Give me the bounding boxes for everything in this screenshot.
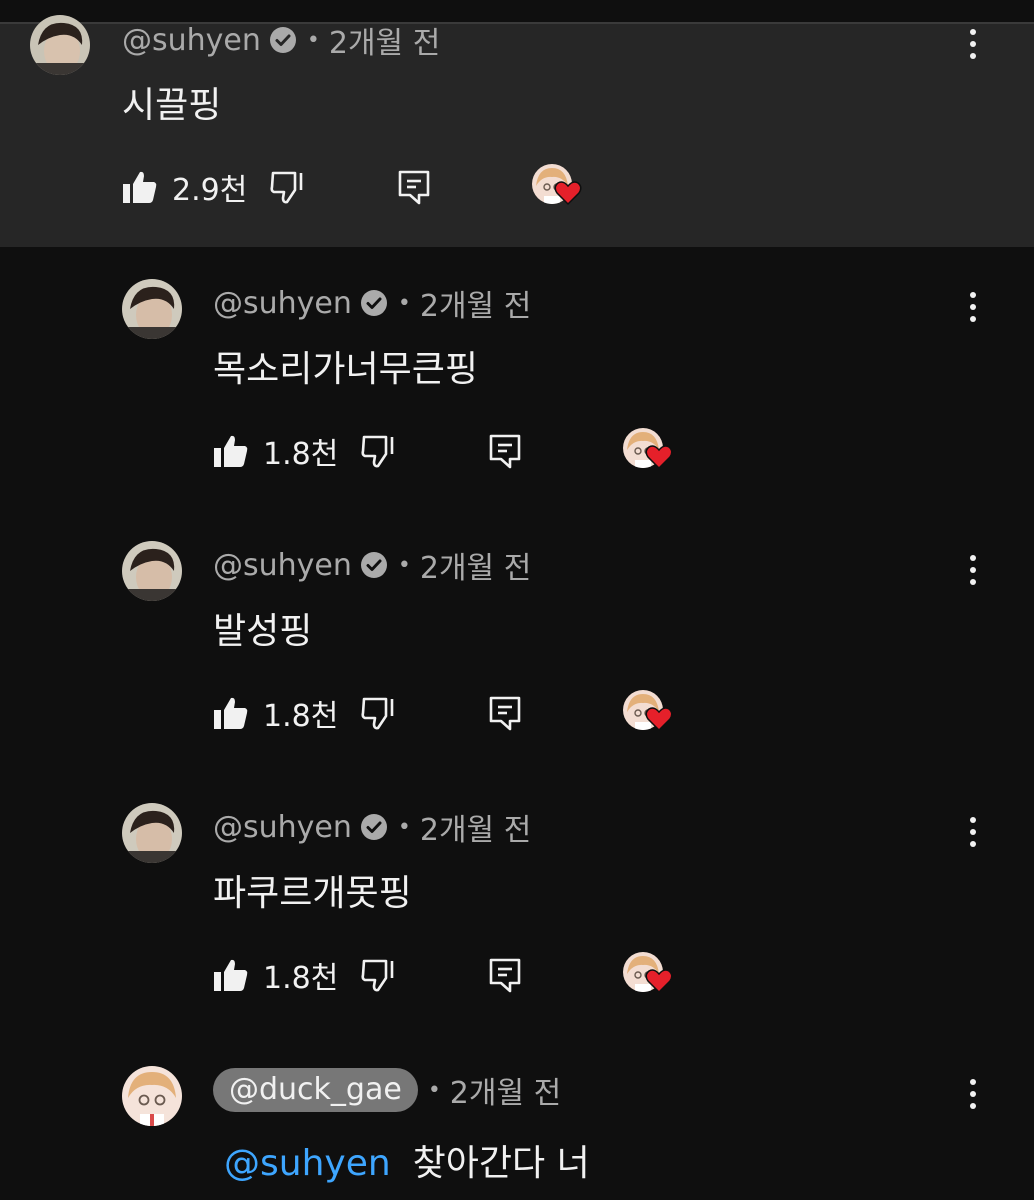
more-options-icon[interactable] [958,1074,988,1114]
reply-icon[interactable] [396,169,432,205]
mention-link[interactable]: @suhyen [224,1143,391,1184]
like-count: 1.8천 [263,437,339,472]
timestamp[interactable]: 2개월 전 [450,1068,561,1112]
reply-icon[interactable] [487,957,523,993]
like-count: 1.8천 [263,961,339,996]
author-handle[interactable]: @suhyen [213,548,352,583]
verified-icon [269,26,297,54]
like-count: 1.8천 [263,699,339,734]
verified-icon [360,289,388,317]
comment-text: 파쿠르개못핑 [213,873,412,914]
more-options-icon[interactable] [958,550,988,590]
comment-meta: @suhyen • 2개월 전 [213,543,531,587]
creator-handle-badge[interactable]: @duck_gae [213,1068,418,1112]
separator-dot: • [397,552,411,578]
comment-text: 목소리가너무큰핑 [213,349,478,390]
comment-meta: @suhyen • 2개월 전 [122,18,440,62]
author-handle[interactable]: @suhyen [122,23,261,58]
timestamp[interactable]: 2개월 전 [420,543,531,587]
separator-dot: • [306,27,320,53]
creator-heart-icon [623,688,679,738]
dislike-icon[interactable] [361,957,397,993]
comment-actions: 1.8천 [213,688,679,738]
comment-text-body: 찾아간다 너 [412,1143,590,1184]
timestamp[interactable]: 2개월 전 [329,18,440,62]
like-icon[interactable] [213,695,249,731]
creator-heart-icon [623,950,679,1000]
avatar[interactable] [122,1066,182,1126]
verified-icon [360,551,388,579]
comment-actions: 1.8천 [213,950,679,1000]
creator-heart-icon [623,426,679,476]
comment-meta: @suhyen • 2개월 전 [213,805,531,849]
comment-meta: @duck_gae • 2개월 전 [213,1068,561,1112]
comment-text: 발성핑 [213,611,313,652]
more-options-icon[interactable] [958,812,988,852]
creator-heart-icon [532,162,588,212]
top-bar [0,0,1034,22]
avatar[interactable] [122,803,182,863]
avatar[interactable] [122,541,182,601]
more-options-icon[interactable] [958,287,988,327]
reply-icon[interactable] [487,433,523,469]
like-count: 2.9천 [172,173,248,208]
author-handle[interactable]: @suhyen [213,286,352,321]
timestamp[interactable]: 2개월 전 [420,281,531,325]
like-icon[interactable] [213,957,249,993]
separator-dot: • [427,1077,441,1103]
comment-text: 시끌핑 [122,85,222,126]
author-handle[interactable]: @suhyen [213,810,352,845]
separator-dot: • [397,814,411,840]
comment-actions: 2.9천 [122,162,588,212]
dislike-icon[interactable] [361,695,397,731]
verified-icon [360,813,388,841]
comment-text: @suhyen 찾아간다 너 [224,1134,590,1186]
comment-actions: 1.8천 [213,426,679,476]
reply-icon[interactable] [487,695,523,731]
separator-dot: • [397,290,411,316]
timestamp[interactable]: 2개월 전 [420,805,531,849]
avatar[interactable] [122,279,182,339]
dislike-icon[interactable] [361,433,397,469]
more-options-icon[interactable] [958,24,988,64]
like-icon[interactable] [122,169,158,205]
like-icon[interactable] [213,433,249,469]
avatar[interactable] [30,15,90,75]
dislike-icon[interactable] [270,169,306,205]
comment-meta: @suhyen • 2개월 전 [213,281,531,325]
